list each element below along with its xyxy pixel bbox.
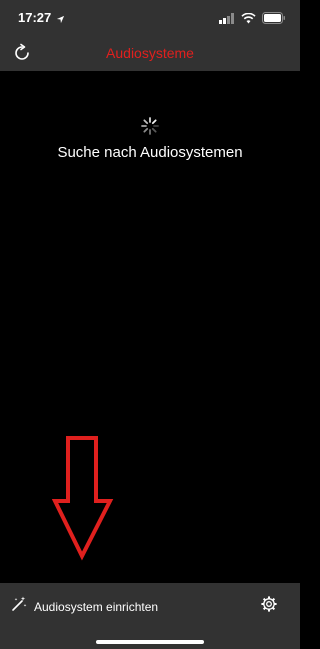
main-content: Suche nach Audiosystemen bbox=[0, 71, 300, 583]
setup-audiosystem-label: Audiosystem einrichten bbox=[34, 599, 159, 614]
status-time: 17:27 bbox=[18, 10, 52, 25]
status-bar: 17:27 bbox=[0, 0, 300, 36]
nav-bar: Audiosysteme bbox=[0, 36, 300, 71]
status-icons bbox=[219, 11, 286, 29]
setup-audiosystem-button[interactable]: Audiosystem einrichten bbox=[10, 595, 158, 618]
red-down-arrow-icon bbox=[51, 435, 114, 561]
spinner-icon bbox=[141, 117, 159, 135]
searching-status-text: Suche nach Audiosystemen bbox=[57, 144, 243, 161]
page-title: Audiosysteme bbox=[106, 45, 194, 61]
magic-wand-icon bbox=[10, 595, 28, 618]
wifi-icon bbox=[241, 11, 256, 29]
location-arrow-icon bbox=[56, 11, 65, 29]
home-indicator bbox=[96, 640, 204, 644]
bottom-toolbar: Audiosystem einrichten bbox=[0, 583, 300, 649]
gear-icon[interactable] bbox=[260, 595, 278, 613]
signal-icon bbox=[219, 11, 235, 29]
battery-icon bbox=[262, 11, 286, 29]
